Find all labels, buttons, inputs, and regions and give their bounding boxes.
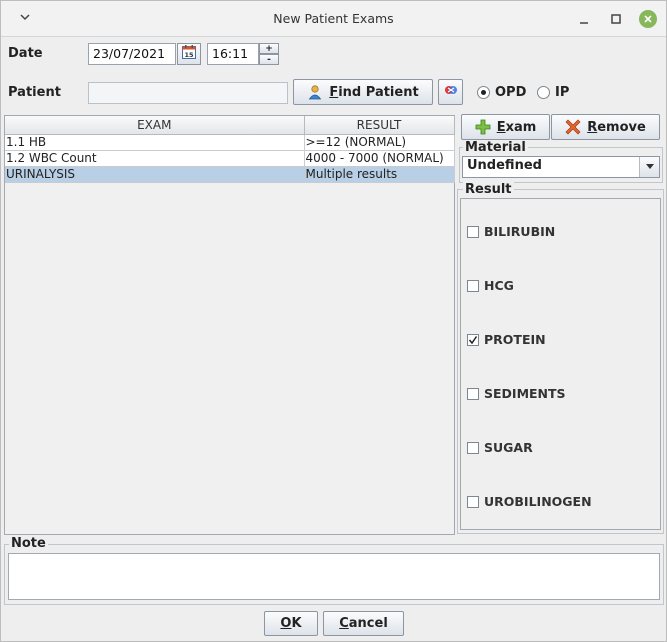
cancel-label: ancel — [348, 616, 388, 631]
checkbox-protein-label: PROTEIN — [484, 332, 546, 347]
calendar-icon: 15 — [181, 44, 197, 64]
material-label: Material — [463, 140, 528, 155]
note-textarea[interactable] — [8, 553, 660, 600]
clear-patient-button[interactable] — [438, 79, 463, 105]
checkbox-sugar[interactable]: SUGAR — [467, 440, 533, 455]
checkbox-sugar-box — [467, 441, 479, 454]
time-field[interactable]: 16:11 — [207, 43, 259, 65]
time-decrement-button[interactable]: - — [259, 54, 279, 65]
radio-opd-label: OPD — [495, 85, 527, 100]
radio-opd-indicator — [477, 86, 490, 99]
time-increment-button[interactable]: + — [259, 43, 279, 54]
checkbox-sediments-label: SEDIMENTS — [484, 386, 566, 401]
checkbox-protein-box — [467, 333, 479, 346]
maximize-icon[interactable] — [607, 10, 625, 28]
ok-mnemonic: O — [280, 616, 292, 631]
table-row[interactable]: 1.2 WBC Count 4000 - 7000 (NORMAL) — [5, 150, 455, 167]
checkbox-sediments-box — [467, 387, 479, 400]
checkbox-bilirubin-box — [467, 225, 479, 238]
close-icon[interactable] — [639, 10, 657, 28]
checkbox-sediments[interactable]: SEDIMENTS — [467, 386, 566, 401]
svg-text:15: 15 — [184, 51, 194, 59]
cancel-button[interactable]: Cancel — [323, 611, 404, 636]
radio-opd[interactable]: OPD — [477, 85, 526, 100]
date-label: Date — [8, 46, 43, 61]
result-cell: 4000 - 7000 (NORMAL) — [304, 150, 455, 167]
exam-cell: 1.2 WBC Count — [5, 150, 305, 167]
column-header-exam[interactable]: EXAM — [5, 116, 305, 135]
checkbox-sugar-label: SUGAR — [484, 440, 533, 455]
clear-patient-icon — [443, 82, 459, 102]
find-patient-button[interactable]: Find Patient — [293, 79, 433, 105]
exam-label: xam — [505, 119, 537, 135]
radio-ip[interactable]: IP — [537, 85, 569, 100]
checkbox-urobilinogen-label: UROBILINOGEN — [484, 494, 592, 509]
remove-mnemonic: R — [587, 119, 598, 135]
date-field[interactable]: 23/07/2021 — [88, 43, 176, 65]
cancel-mnemonic: C — [339, 616, 349, 631]
checkbox-bilirubin[interactable]: BILIRUBIN — [467, 224, 555, 239]
checkbox-hcg[interactable]: HCG — [467, 278, 514, 293]
material-value: Undefined — [467, 158, 542, 173]
find-label: ind Patient — [338, 84, 419, 100]
radio-ip-indicator — [537, 86, 550, 99]
calendar-button[interactable]: 15 — [177, 43, 201, 65]
checkmark-icon — [468, 335, 478, 344]
column-header-result[interactable]: RESULT — [304, 116, 455, 135]
result-panel: BILIRUBIN HCG PROTEIN SEDIMENTS SUGAR UR… — [460, 198, 661, 530]
patient-field[interactable] — [88, 82, 288, 104]
plus-icon — [475, 119, 491, 135]
find-mnemonic: F — [329, 84, 339, 100]
table-header: EXAM RESULT — [5, 116, 455, 135]
exam-mnemonic: E — [496, 119, 506, 135]
chevron-down-icon[interactable] — [639, 157, 659, 177]
checkbox-hcg-label: HCG — [484, 278, 514, 293]
add-exam-button[interactable]: Exam — [461, 114, 550, 140]
title-bar: New Patient Exams — [1, 1, 666, 37]
ok-label: K — [291, 616, 302, 631]
remove-exam-button[interactable]: Remove — [551, 114, 660, 140]
material-select[interactable]: Undefined — [462, 156, 660, 178]
person-search-icon — [307, 84, 323, 100]
minimize-icon[interactable] — [575, 10, 593, 28]
result-cell: >=12 (NORMAL) — [304, 134, 455, 151]
result-label: Result — [463, 182, 514, 197]
checkbox-urobilinogen[interactable]: UROBILINOGEN — [467, 494, 592, 509]
checkbox-hcg-box — [467, 279, 479, 292]
note-label: Note — [9, 536, 48, 551]
table-row[interactable]: 1.1 HB >=12 (NORMAL) — [5, 134, 455, 151]
checkbox-urobilinogen-box — [467, 495, 479, 508]
ok-button[interactable]: OK — [264, 611, 318, 636]
patient-label: Patient — [8, 85, 61, 100]
window-title: New Patient Exams — [273, 11, 394, 26]
exam-cell: 1.1 HB — [5, 134, 305, 151]
result-cell: Multiple results — [304, 166, 455, 183]
exam-cell: URINALYSIS — [5, 166, 305, 183]
dialog-window: New Patient Exams Date 23/07/2021 15 16:… — [0, 0, 667, 642]
remove-label: emove — [597, 119, 646, 135]
radio-ip-label: IP — [555, 85, 570, 100]
x-icon — [565, 119, 581, 135]
exam-table[interactable]: EXAM RESULT 1.1 HB >=12 (NORMAL) 1.2 WBC… — [4, 115, 455, 535]
checkbox-protein[interactable]: PROTEIN — [467, 332, 546, 347]
checkbox-bilirubin-label: BILIRUBIN — [484, 224, 556, 239]
table-row-selected[interactable]: URINALYSIS Multiple results — [5, 166, 455, 183]
